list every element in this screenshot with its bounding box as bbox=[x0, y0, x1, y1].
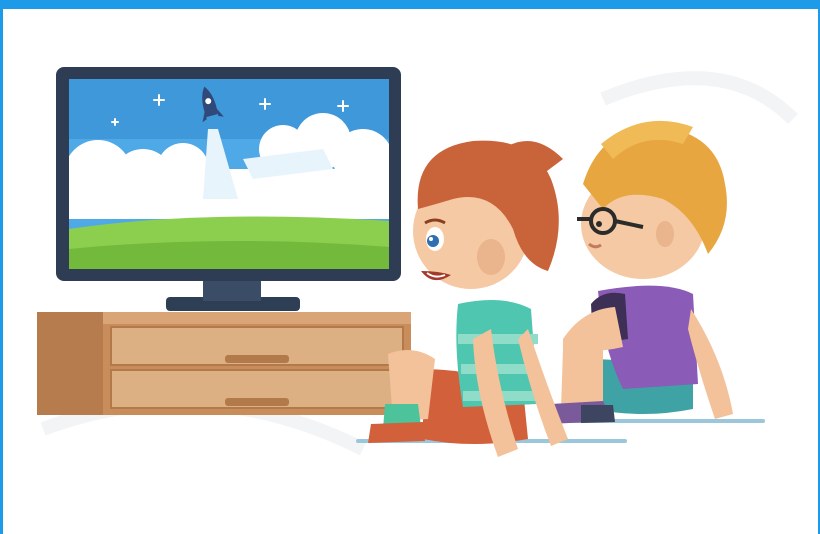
image-frame bbox=[0, 0, 820, 534]
boy-with-glasses bbox=[548, 120, 733, 424]
tv-screen bbox=[69, 79, 389, 269]
illustration bbox=[37, 67, 798, 457]
drawer-handle bbox=[225, 398, 289, 406]
drawer-handle bbox=[225, 355, 289, 363]
tv-cabinet bbox=[37, 312, 411, 415]
tv-stand-neck bbox=[203, 279, 261, 301]
ear bbox=[477, 239, 505, 275]
television bbox=[56, 67, 401, 311]
